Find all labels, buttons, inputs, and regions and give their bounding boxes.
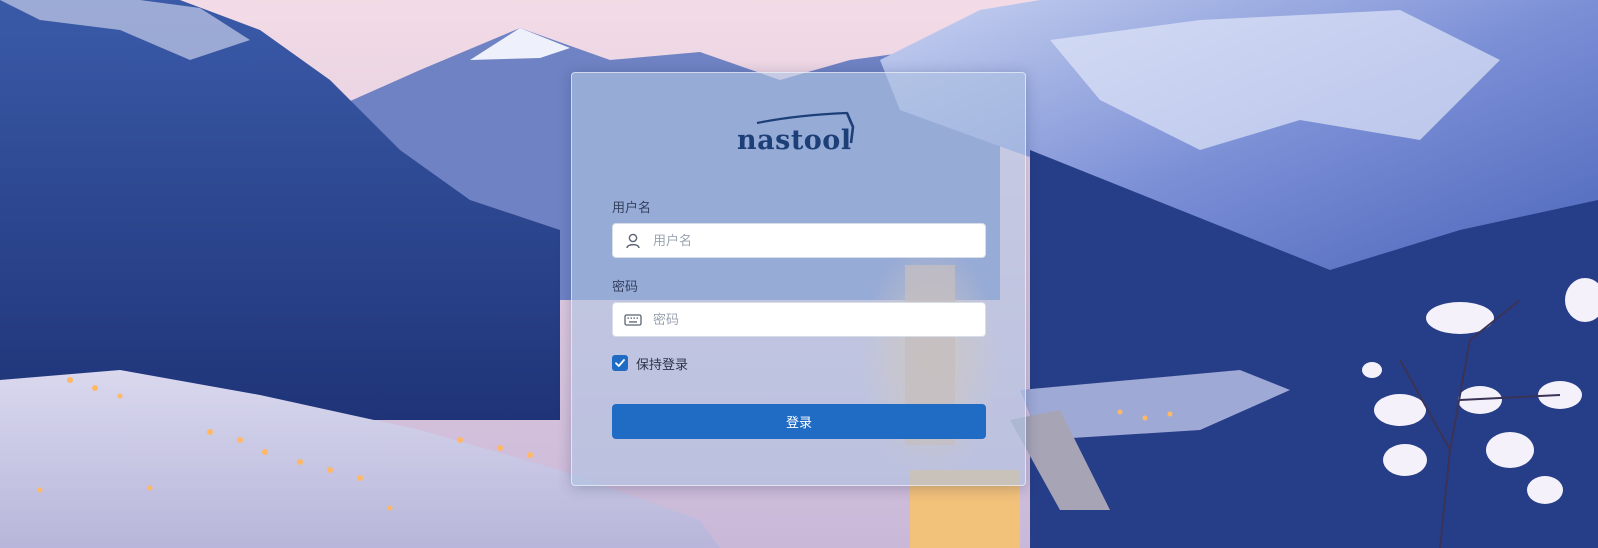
login-button[interactable]: 登录	[612, 404, 986, 439]
logo-text: nastool	[737, 125, 852, 156]
password-label: 密码	[612, 280, 639, 295]
checkbox-box[interactable]	[612, 355, 628, 371]
remember-me-label: 保持登录	[636, 357, 689, 373]
login-card: nastool 用户名 密码 保持登录 登录	[571, 72, 1026, 486]
brand-logo: nastool	[737, 111, 859, 157]
password-field[interactable]	[612, 302, 986, 338]
remember-me-checkbox[interactable]: 保持登录	[612, 354, 689, 373]
username-label: 用户名	[612, 201, 652, 216]
keyboard-icon	[624, 314, 642, 326]
username-input[interactable]	[651, 224, 975, 259]
username-field[interactable]	[612, 223, 986, 259]
checkmark-icon	[615, 359, 625, 367]
password-input[interactable]	[651, 303, 975, 338]
user-icon	[626, 233, 640, 249]
